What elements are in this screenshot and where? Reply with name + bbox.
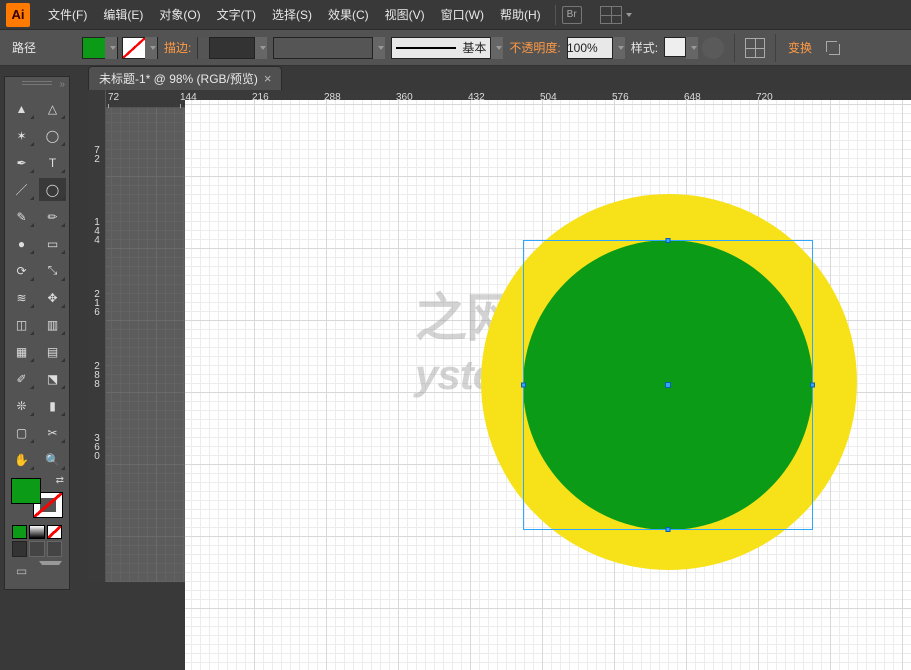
menu-file[interactable]: 文件(F) xyxy=(40,0,95,30)
artboard[interactable]: 之网ystem.com xyxy=(185,100,911,670)
fill-stroke-control[interactable]: ⇄ xyxy=(8,475,66,521)
type-tool[interactable]: T xyxy=(39,151,66,174)
line-tool[interactable]: ／ xyxy=(8,178,35,201)
hand-tool[interactable]: ✋ xyxy=(8,448,35,471)
collapse-icon[interactable]: » xyxy=(59,79,65,90)
ruler-origin[interactable] xyxy=(88,90,106,108)
gradient-tool[interactable]: ▤ xyxy=(39,340,66,363)
menu-edit[interactable]: 编辑(E) xyxy=(95,0,151,30)
stroke-weight-input[interactable] xyxy=(197,37,267,59)
tab-title: 未标题-1* @ 98% (RGB/预览) xyxy=(99,68,258,90)
opacity-label[interactable]: 不透明度: xyxy=(503,39,566,56)
perspective-grid-tool[interactable]: ▥ xyxy=(39,313,66,336)
fill-swatch[interactable] xyxy=(82,37,118,59)
paintbrush-tool[interactable]: ✎ xyxy=(8,205,35,228)
app-icon: Ai xyxy=(6,3,30,27)
pen-tool[interactable]: ✒ xyxy=(8,151,35,174)
transform-link[interactable]: 变换 xyxy=(782,39,818,56)
document-tabs: 未标题-1* @ 98% (RGB/预览) × xyxy=(0,66,911,90)
stroke-dropdown[interactable] xyxy=(145,37,157,59)
ruler-tick: 360 xyxy=(90,434,104,461)
selection-bounding-box[interactable] xyxy=(523,240,813,530)
document-tab[interactable]: 未标题-1* @ 98% (RGB/预览) × xyxy=(88,66,282,90)
style-label: 样式: xyxy=(625,39,664,56)
ellipse-tool[interactable]: ◯ xyxy=(39,178,66,201)
zoom-tool[interactable]: 🔍 xyxy=(39,448,66,471)
fill-indicator[interactable] xyxy=(11,478,41,504)
tools-panel: » ▲△✶◯✒T／◯✎✏●▭⟳⤡≋✥◫▥▦▤✐⬔❊▮▢✂✋🔍 ⇄ ▭ xyxy=(4,76,70,590)
close-icon[interactable]: × xyxy=(264,68,272,90)
none-mode-button[interactable] xyxy=(47,525,62,539)
stroke-swatch[interactable] xyxy=(122,37,158,59)
ruler-tick: 72 xyxy=(108,92,119,103)
layout-switcher[interactable] xyxy=(592,6,632,24)
selection-type-label: 路径 xyxy=(6,39,42,56)
selection-tool[interactable]: ▲ xyxy=(8,97,35,120)
ruler-tick: 216 xyxy=(90,290,104,317)
selection-handle[interactable] xyxy=(666,527,671,532)
artboard-tool[interactable]: ▢ xyxy=(8,421,35,444)
fill-dropdown[interactable] xyxy=(105,37,117,59)
chevron-down-icon xyxy=(626,13,632,17)
lasso-tool[interactable]: ◯ xyxy=(39,124,66,147)
stroke-color-icon xyxy=(123,38,145,58)
draw-inside-button[interactable] xyxy=(47,541,62,557)
shape-builder-tool[interactable]: ◫ xyxy=(8,313,35,336)
canvas[interactable]: 之网ystem.com xyxy=(106,108,911,582)
control-bar: 路径 描边: 基本 不透明度: 100% 样式: 变换 xyxy=(0,30,911,66)
screen-mode-dropdown[interactable] xyxy=(35,561,62,581)
menu-select[interactable]: 选择(S) xyxy=(264,0,320,30)
menu-object[interactable]: 对象(O) xyxy=(151,0,208,30)
bridge-button[interactable]: Br xyxy=(562,6,582,24)
layout-icon xyxy=(600,6,622,24)
draw-behind-button[interactable] xyxy=(29,541,44,557)
symbol-sprayer-tool[interactable]: ❊ xyxy=(8,394,35,417)
selection-handle[interactable] xyxy=(810,383,815,388)
rotate-tool[interactable]: ⟳ xyxy=(8,259,35,282)
fill-color-icon xyxy=(83,38,105,58)
menu-window[interactable]: 窗口(W) xyxy=(433,0,492,30)
menu-effect[interactable]: 效果(C) xyxy=(320,0,377,30)
column-graph-tool[interactable]: ▮ xyxy=(39,394,66,417)
gradient-mode-button[interactable] xyxy=(29,525,44,539)
width-tool[interactable]: ≋ xyxy=(8,286,35,309)
menu-bar: Ai 文件(F) 编辑(E) 对象(O) 文字(T) 选择(S) 效果(C) 视… xyxy=(0,0,911,30)
isolate-object-button[interactable] xyxy=(824,39,842,57)
graphic-style[interactable] xyxy=(664,37,698,59)
draw-normal-button[interactable] xyxy=(12,541,27,557)
swap-fill-stroke-icon[interactable]: ⇄ xyxy=(56,475,64,486)
menu-type[interactable]: 文字(T) xyxy=(209,0,264,30)
selection-handle[interactable] xyxy=(521,383,526,388)
color-mode-button[interactable] xyxy=(12,525,27,539)
menu-view[interactable]: 视图(V) xyxy=(377,0,433,30)
brush-definition[interactable]: 基本 xyxy=(391,37,503,59)
stroke-label[interactable]: 描边: xyxy=(158,39,197,56)
pencil-tool[interactable]: ✏ xyxy=(39,205,66,228)
eraser-tool[interactable]: ▭ xyxy=(39,232,66,255)
ruler-tick: 288 xyxy=(90,362,104,389)
eyedropper-tool[interactable]: ✐ xyxy=(8,367,35,390)
opacity-input[interactable]: 100% xyxy=(567,37,625,59)
screen-mode-button[interactable]: ▭ xyxy=(12,561,31,581)
free-transform-tool[interactable]: ✥ xyxy=(39,286,66,309)
ruler-tick: 144 xyxy=(90,218,104,245)
selection-center[interactable] xyxy=(665,382,671,388)
scale-tool[interactable]: ⤡ xyxy=(39,259,66,282)
ruler-tick: 72 xyxy=(90,146,104,164)
mesh-tool[interactable]: ▦ xyxy=(8,340,35,363)
direct-selection-tool[interactable]: △ xyxy=(39,97,66,120)
divider xyxy=(555,5,556,25)
recolor-artwork-button[interactable] xyxy=(702,37,724,59)
magic-wand-tool[interactable]: ✶ xyxy=(8,124,35,147)
ruler-vertical[interactable]: 72 144 216 288 360 xyxy=(88,108,106,582)
blob-brush-tool[interactable]: ● xyxy=(8,232,35,255)
menu-help[interactable]: 帮助(H) xyxy=(492,0,549,30)
blend-tool[interactable]: ⬔ xyxy=(39,367,66,390)
panel-grip[interactable] xyxy=(22,81,52,84)
align-button[interactable] xyxy=(745,38,765,58)
slice-tool[interactable]: ✂ xyxy=(39,421,66,444)
selection-handle[interactable] xyxy=(666,238,671,243)
variable-width-profile[interactable] xyxy=(273,37,385,59)
